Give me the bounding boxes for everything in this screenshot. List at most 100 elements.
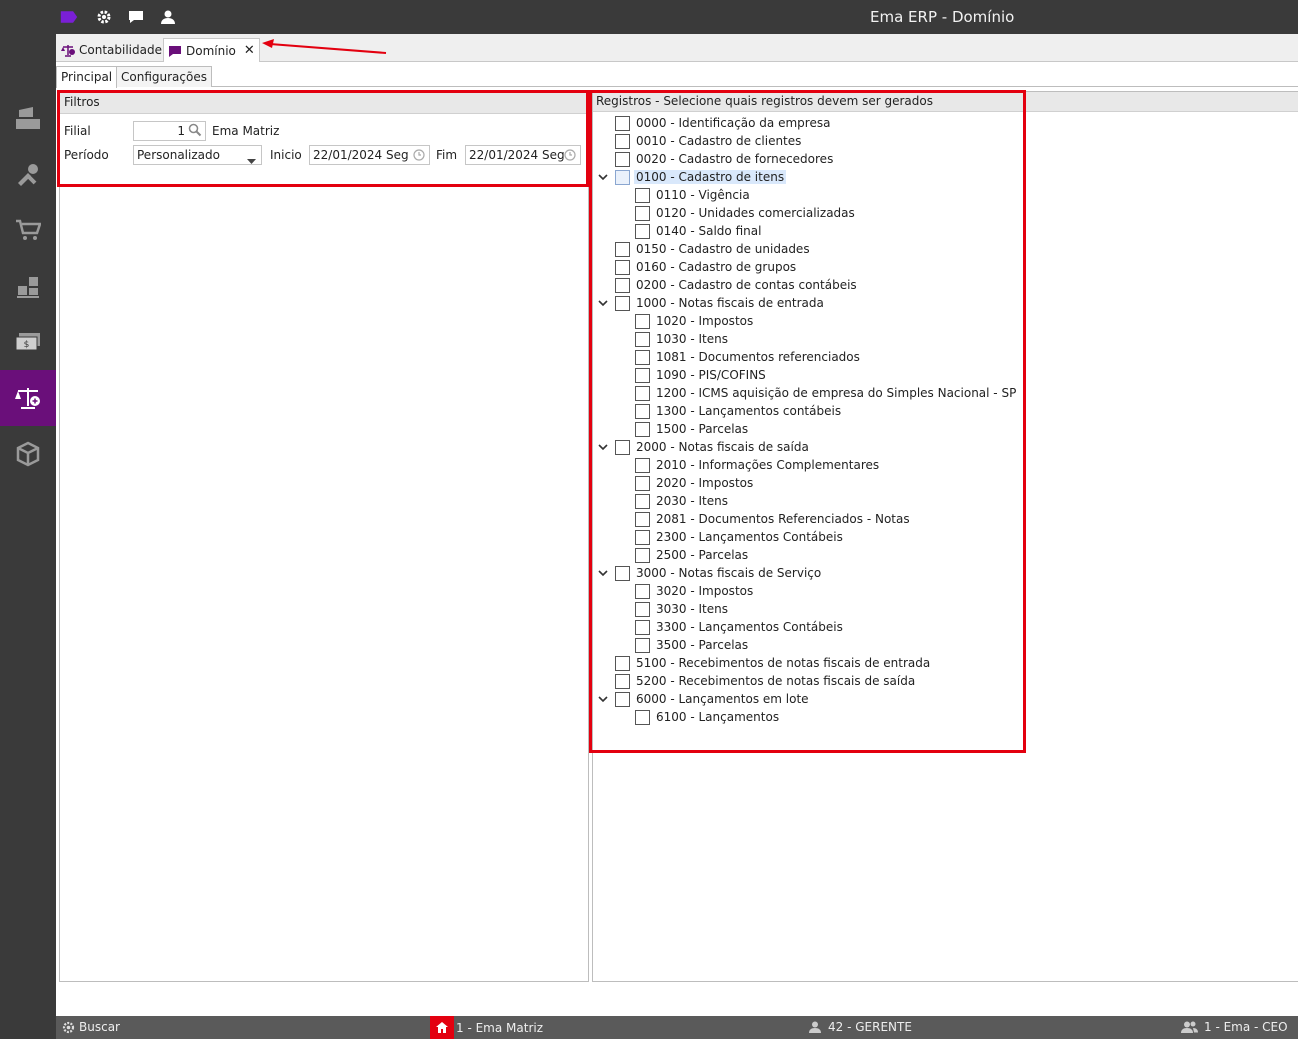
cash-register-icon[interactable] <box>0 90 56 146</box>
tree-item-checkbox[interactable] <box>615 439 630 455</box>
tree-item[interactable]: 3300 - Lançamentos Contábeis <box>635 618 843 636</box>
tree-item-checkbox[interactable] <box>615 691 630 707</box>
tree-item-label: 3030 - Itens <box>656 602 728 616</box>
search-button[interactable]: Buscar <box>62 1020 120 1034</box>
tree-item-checkbox[interactable] <box>615 133 630 149</box>
gear-icon[interactable] <box>95 8 113 26</box>
tree-item[interactable]: 2500 - Parcelas <box>635 546 748 564</box>
tree-item[interactable]: 0150 - Cadastro de unidades <box>615 240 810 258</box>
user-icon[interactable] <box>159 8 177 26</box>
tree-item-checkbox[interactable] <box>635 187 650 203</box>
money-icon[interactable]: $ <box>0 314 56 370</box>
tree-item[interactable]: 0200 - Cadastro de contas contábeis <box>615 276 857 294</box>
tree-item[interactable]: 0000 - Identificação da empresa <box>615 114 830 132</box>
tree-item-checkbox[interactable] <box>635 493 650 509</box>
close-icon[interactable]: ✕ <box>244 43 255 58</box>
tree-item[interactable]: 1030 - Itens <box>635 330 728 348</box>
tree-item-checkbox[interactable] <box>615 151 630 167</box>
tree-item-checkbox[interactable] <box>635 475 650 491</box>
tree-item[interactable]: 0160 - Cadastro de grupos <box>615 258 796 276</box>
tree-item[interactable]: 2010 - Informações Complementares <box>635 456 879 474</box>
tree-item[interactable]: 6000 - Lançamentos em lote <box>615 690 809 708</box>
tree-item-checkbox[interactable] <box>635 421 650 437</box>
clock-icon[interactable] <box>564 149 576 164</box>
tree-item[interactable]: 2300 - Lançamentos Contábeis <box>635 528 843 546</box>
tree-item[interactable]: 0140 - Saldo final <box>635 222 761 240</box>
tree-item[interactable]: 1500 - Parcelas <box>635 420 748 438</box>
tree-item-checkbox[interactable] <box>635 367 650 383</box>
tree-item[interactable]: 3030 - Itens <box>635 600 728 618</box>
tree-item[interactable]: 2030 - Itens <box>635 492 728 510</box>
tree-item-checkbox[interactable] <box>615 295 630 311</box>
branch-indicator[interactable]: 1 - Ema Matriz <box>430 1016 543 1039</box>
warehouse-icon[interactable] <box>0 258 56 314</box>
tree-item-checkbox[interactable] <box>635 511 650 527</box>
chevron-down-icon[interactable] <box>597 693 609 705</box>
tree-item[interactable]: 6100 - Lançamentos <box>635 708 779 726</box>
tree-item-checkbox[interactable] <box>615 655 630 671</box>
tree-item-checkbox[interactable] <box>615 169 630 185</box>
tree-item[interactable]: 0110 - Vigência <box>635 186 750 204</box>
tree-item-checkbox[interactable] <box>635 385 650 401</box>
tree-item[interactable]: 1081 - Documentos referenciados <box>635 348 860 366</box>
tree-item[interactable]: 1020 - Impostos <box>635 312 753 330</box>
tree-item-checkbox[interactable] <box>635 223 650 239</box>
tree-item-checkbox[interactable] <box>615 565 630 581</box>
tree-item[interactable]: 2000 - Notas fiscais de saída <box>615 438 809 456</box>
tree-item[interactable]: 3000 - Notas fiscais de Serviço <box>615 564 821 582</box>
tree-item[interactable]: 5100 - Recebimentos de notas fiscais de … <box>615 654 930 672</box>
chevron-down-icon[interactable] <box>597 441 609 453</box>
tree-item[interactable]: 0010 - Cadastro de clientes <box>615 132 801 150</box>
tree-item-checkbox[interactable] <box>615 277 630 293</box>
scale-icon[interactable] <box>0 370 56 426</box>
tree-item-checkbox[interactable] <box>635 709 650 725</box>
box-icon[interactable] <box>0 426 56 482</box>
tree-item[interactable]: 1000 - Notas fiscais de entrada <box>615 294 824 312</box>
tree-item[interactable]: 0020 - Cadastro de fornecedores <box>615 150 833 168</box>
tree-item-checkbox[interactable] <box>635 313 650 329</box>
tree-item-checkbox[interactable] <box>635 601 650 617</box>
tree-item-checkbox[interactable] <box>635 619 650 635</box>
chevron-down-icon[interactable] <box>597 297 609 309</box>
chevron-down-icon[interactable] <box>597 567 609 579</box>
chat-icon[interactable] <box>127 8 145 26</box>
tab-dominio[interactable]: Domínio ✕ <box>163 38 260 62</box>
tree-item-checkbox[interactable] <box>615 673 630 689</box>
tag-icon[interactable] <box>60 8 78 26</box>
tab-configuracoes[interactable]: Configurações <box>116 66 212 87</box>
tree-item[interactable]: 1090 - PIS/COFINS <box>635 366 766 384</box>
tree-item[interactable]: 0120 - Unidades comercializadas <box>635 204 855 222</box>
fim-date-input[interactable]: 22/01/2024 Seg <box>465 145 581 165</box>
tree-item[interactable]: 5200 - Recebimentos de notas fiscais de … <box>615 672 915 690</box>
tree-item-checkbox[interactable] <box>615 241 630 257</box>
tree-item-checkbox[interactable] <box>615 115 630 131</box>
tab-contabilidade[interactable]: Contabilidade <box>57 38 166 62</box>
tree-item-checkbox[interactable] <box>635 457 650 473</box>
tree-item-label: 0020 - Cadastro de fornecedores <box>636 152 834 166</box>
user-indicator[interactable]: 1 - Ema - CEO <box>1181 1020 1288 1034</box>
search-icon[interactable] <box>188 123 202 140</box>
cart-icon[interactable] <box>0 202 56 258</box>
tools-icon[interactable] <box>0 146 56 202</box>
periodo-select[interactable]: Personalizado <box>133 145 262 165</box>
tree-item-checkbox[interactable] <box>635 349 650 365</box>
tab-principal[interactable]: Principal <box>56 66 118 88</box>
tree-item[interactable]: 0100 - Cadastro de itens <box>615 168 787 186</box>
clock-icon[interactable] <box>413 149 425 164</box>
tree-item[interactable]: 3020 - Impostos <box>635 582 753 600</box>
tree-item-checkbox[interactable] <box>635 547 650 563</box>
tree-item-checkbox[interactable] <box>635 403 650 419</box>
tree-item-checkbox[interactable] <box>635 529 650 545</box>
tree-item[interactable]: 3500 - Parcelas <box>635 636 748 654</box>
tree-item[interactable]: 2081 - Documentos Referenciados - Notas <box>635 510 910 528</box>
tree-item-checkbox[interactable] <box>635 331 650 347</box>
inicio-date-input[interactable]: 22/01/2024 Seg <box>309 145 430 165</box>
tree-item[interactable]: 2020 - Impostos <box>635 474 753 492</box>
tree-item[interactable]: 1300 - Lançamentos contábeis <box>635 402 841 420</box>
tree-item-checkbox[interactable] <box>635 583 650 599</box>
tree-item-checkbox[interactable] <box>635 205 650 221</box>
tree-item[interactable]: 1200 - ICMS aquisição de empresa do Simp… <box>635 384 1016 402</box>
chevron-down-icon[interactable] <box>597 171 609 183</box>
tree-item-checkbox[interactable] <box>615 259 630 275</box>
tree-item-checkbox[interactable] <box>635 637 650 653</box>
